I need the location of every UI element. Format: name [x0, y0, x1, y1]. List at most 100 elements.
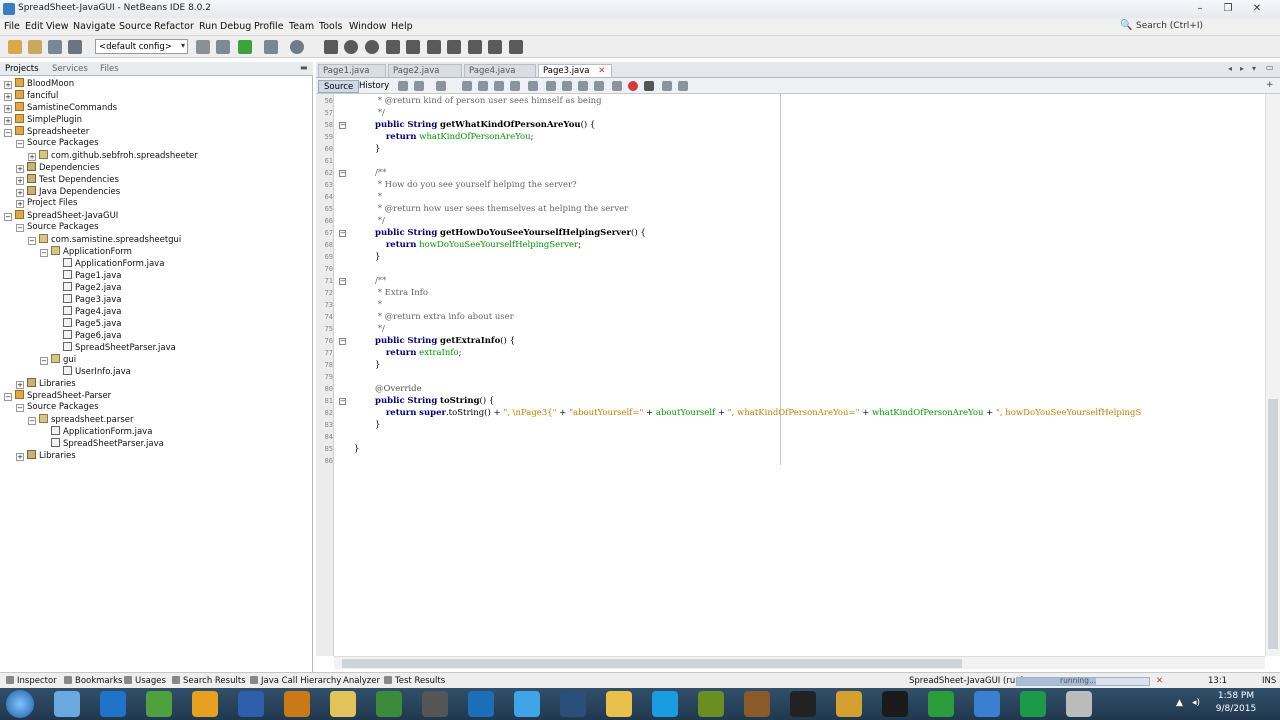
tree-node[interactable]: − Source Packages [16, 222, 364, 234]
history-view-button[interactable]: History [354, 80, 394, 93]
menu-run[interactable]: Run [199, 21, 217, 32]
taskbar-app-icon[interactable] [606, 691, 632, 717]
taskbar-app-icon[interactable] [744, 691, 770, 717]
close-button[interactable]: ✕ [1244, 1, 1270, 16]
code-line[interactable]: public String toString() { [375, 396, 494, 406]
collapse-icon[interactable]: − [28, 417, 36, 425]
usages-tab[interactable]: Usages [124, 676, 166, 686]
code-line[interactable]: * Extra Info [375, 288, 428, 298]
test-results-tab[interactable]: Test Results [384, 676, 445, 686]
collapse-icon[interactable]: − [4, 129, 12, 137]
java-call-hierarchy-tab[interactable]: Java Call Hierarchy [250, 676, 341, 686]
tree-node[interactable]: + Libraries [16, 450, 76, 462]
volume-icon[interactable]: ◂) [1192, 698, 1200, 708]
bookmarks-tab[interactable]: Bookmarks [64, 676, 123, 686]
code-line[interactable]: } [354, 444, 359, 454]
shift-left-icon[interactable] [578, 81, 588, 91]
menu-navigate[interactable]: Navigate [73, 21, 116, 32]
tab-page3[interactable]: Page3.java ✕ [538, 64, 612, 77]
start-button[interactable] [6, 690, 34, 718]
code-line[interactable]: } [375, 360, 380, 370]
menu-debug[interactable]: Debug [220, 21, 251, 32]
taskbar-app-icon[interactable] [698, 691, 724, 717]
debug-icon[interactable] [264, 40, 278, 54]
shift-right-icon[interactable] [594, 81, 604, 91]
collapse-icon[interactable]: − [16, 224, 24, 232]
taskbar-app-icon[interactable] [1020, 691, 1046, 717]
tree-node[interactable]: SpreadSheetParser.java [52, 342, 176, 354]
previous-bookmark-icon[interactable] [528, 81, 538, 91]
taskbar-app-icon[interactable] [100, 691, 126, 717]
attach-debugger-icon[interactable] [509, 40, 523, 54]
code-line[interactable]: return howDoYouSeeYourselfHelpingServer; [375, 240, 581, 250]
quick-search-field[interactable]: 🔍 Search (Ctrl+I) [1118, 20, 1268, 34]
taskbar-app-icon[interactable] [652, 691, 678, 717]
taskbar-app-icon[interactable] [1066, 691, 1092, 717]
tab-files[interactable]: Files [100, 64, 119, 74]
menu-profile[interactable]: Profile [254, 21, 284, 32]
menu-edit[interactable]: Edit [25, 21, 43, 32]
menu-help[interactable]: Help [391, 21, 413, 32]
tree-node[interactable]: − com.samistine.spreadsheetgui [28, 234, 181, 246]
code-line[interactable]: } [375, 144, 380, 154]
code-line[interactable]: /** [375, 276, 386, 286]
code-line[interactable]: * [375, 192, 382, 202]
show-opened-documents-icon[interactable]: ▾ [1252, 64, 1256, 73]
find-previous-icon[interactable] [462, 81, 472, 91]
expand-icon[interactable]: + [28, 153, 36, 161]
menu-window[interactable]: Window [349, 21, 386, 32]
collapse-icon[interactable]: − [4, 213, 12, 221]
find-next-icon[interactable] [478, 81, 488, 91]
code-line[interactable]: public String getHowDoYouSeeYourselfHelp… [375, 228, 646, 238]
maximize-button[interactable]: ❐ [1215, 1, 1241, 16]
expand-icon[interactable]: + [16, 453, 24, 461]
code-line[interactable]: return super.toString() + ", \nPage3{" +… [375, 408, 1141, 418]
taskbar-app-icon[interactable] [330, 691, 356, 717]
expand-icon[interactable]: + [16, 177, 24, 185]
format-icon[interactable] [678, 81, 688, 91]
menu-file[interactable]: File [4, 21, 20, 32]
tree-node[interactable]: + BloodMoon [4, 78, 74, 90]
scroll-tabs-right-icon[interactable]: ▸ [1240, 64, 1244, 73]
collapse-icon[interactable]: − [28, 237, 36, 245]
code-editor[interactable] [334, 94, 1265, 656]
toggle-highlight-icon[interactable] [494, 81, 504, 91]
continue-icon[interactable] [365, 40, 379, 54]
collapse-icon[interactable]: − [16, 404, 24, 412]
tree-node[interactable]: + SamistineCommands [4, 102, 117, 114]
tree-node[interactable]: + Project Files [16, 198, 364, 210]
code-line[interactable]: } [375, 420, 380, 430]
code-line[interactable]: */ [375, 324, 385, 334]
vertical-scrollbar[interactable] [1265, 94, 1280, 656]
tree-node[interactable]: + fanciful [4, 90, 58, 102]
menu-source[interactable]: Source [119, 21, 152, 32]
expand-icon[interactable]: + [4, 81, 12, 89]
tree-node[interactable]: SpreadSheetParser.java [40, 438, 164, 450]
tree-node[interactable]: − Spreadsheeter [4, 126, 89, 138]
tree-node[interactable]: UserInfo.java [52, 366, 131, 378]
cancel-process-icon[interactable]: ✕ [1156, 676, 1163, 686]
tree-node[interactable]: + Dependencies [16, 162, 100, 174]
taskbar-app-icon[interactable] [238, 691, 264, 717]
maximize-editor-icon[interactable]: ▭ [1266, 63, 1274, 72]
step-into-icon[interactable] [406, 40, 420, 54]
code-line[interactable]: /** [375, 168, 386, 178]
tree-node[interactable]: Page6.java [52, 330, 122, 342]
tree-node[interactable]: Page5.java [52, 318, 122, 330]
tree-node[interactable]: − Source Packages [16, 402, 364, 414]
tree-node[interactable]: + Java Dependencies [16, 186, 120, 198]
expand-icon[interactable]: + [16, 381, 24, 389]
tree-node[interactable]: − spreadsheet.parser [28, 414, 134, 426]
taskbar-app-icon[interactable] [836, 691, 862, 717]
tree-node[interactable]: Page4.java [52, 306, 122, 318]
comment-icon[interactable] [612, 81, 622, 91]
code-line[interactable]: return extraInfo; [375, 348, 462, 358]
stop-macro-recording-icon[interactable] [644, 81, 654, 91]
taskbar-app-icon[interactable] [422, 691, 448, 717]
tab-page2[interactable]: Page2.java [388, 64, 462, 77]
tree-node[interactable]: + Test Dependencies [16, 174, 119, 186]
split-editor-icon[interactable]: + [1266, 80, 1274, 90]
expand-icon[interactable]: + [16, 200, 24, 208]
tab-page4[interactable]: Page4.java [464, 64, 536, 77]
build-icon[interactable] [196, 40, 210, 54]
